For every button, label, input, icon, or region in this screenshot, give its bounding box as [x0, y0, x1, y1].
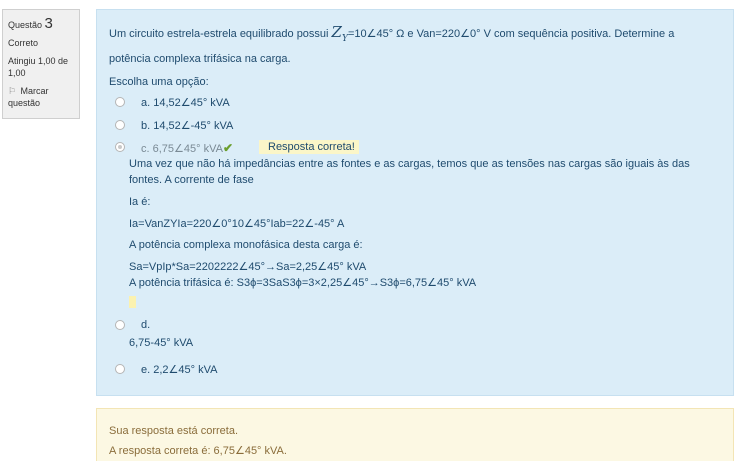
answer-outcome: Sua resposta está correta. A resposta co… [96, 408, 734, 461]
correct-answer-tag: Resposta correta! [259, 140, 359, 154]
option-c-label-wrap[interactable]: c. 6,75∠45° kVA✔ [141, 141, 233, 155]
feedback-line-5: Sa=VpIp*Sa=2202222∠45°→Sa=2,25∠45° kVA [129, 261, 367, 273]
flag-icon: ⚐ [8, 86, 17, 96]
option-e-label[interactable]: e. 2,2∠45° kVA [141, 363, 217, 376]
outcome-feedback: Sua resposta está correta. [109, 425, 239, 437]
feedback-line-3: Ia=VanZYIa=220∠0°10∠45°Iab=22∠-45° A [129, 218, 345, 230]
option-d-radio[interactable] [115, 320, 125, 330]
feedback-line-6: A potência trifásica é: S3ϕ=3SaS3ϕ=3×2,2… [129, 277, 477, 289]
option-d-text[interactable]: 6,75-45° kVA [129, 335, 193, 351]
option-c-radio[interactable] [115, 142, 125, 152]
option-e-radio[interactable] [115, 364, 125, 374]
question-formulation: Um circuito estrela-estrela equilibrado … [96, 9, 734, 396]
answer-prompt: Escolha uma opção: [109, 76, 209, 88]
question-state: Correto [8, 38, 39, 48]
option-a-label[interactable]: a. 14,52∠45° kVA [141, 96, 230, 109]
flag-question-link[interactable]: ⚐ Marcar questão [8, 85, 74, 109]
option-d-label[interactable]: d. [141, 319, 150, 331]
right-answer: A resposta correta é: 6,75∠45° kVA. [109, 445, 287, 457]
feedback-line-1: Uma vez que não há impedâncias entre as … [129, 158, 690, 186]
feedback-line-4: A potência complexa monofásica desta car… [129, 239, 363, 251]
feedback-line-2: Ia é: [129, 196, 151, 208]
correct-check-icon: ✔ [222, 141, 233, 155]
option-a-radio[interactable] [115, 97, 125, 107]
question-grade: Atingiu 1,00 de 1,00 [8, 56, 69, 78]
impedance-symbol: ZY [331, 23, 348, 44]
option-b-radio[interactable] [115, 120, 125, 130]
question-info-panel: Questão 3 Correto Atingiu 1,00 de 1,00 ⚐… [2, 9, 80, 119]
question-number-value: 3 [44, 15, 53, 32]
impedance-letter: Z [331, 23, 342, 41]
question-number: Questão 3 [8, 15, 74, 32]
question-text: Um circuito estrela-estrela equilibrado … [109, 22, 709, 69]
option-c-label[interactable]: c. 6,75∠45° kVA [141, 143, 223, 155]
question-label: Questão [8, 20, 43, 30]
question-text-start: Um circuito estrela-estrela equilibrado … [109, 28, 329, 40]
feedback-highlight-mark [129, 296, 136, 308]
option-b-label[interactable]: b. 14,52∠-45° kVA [141, 119, 233, 132]
